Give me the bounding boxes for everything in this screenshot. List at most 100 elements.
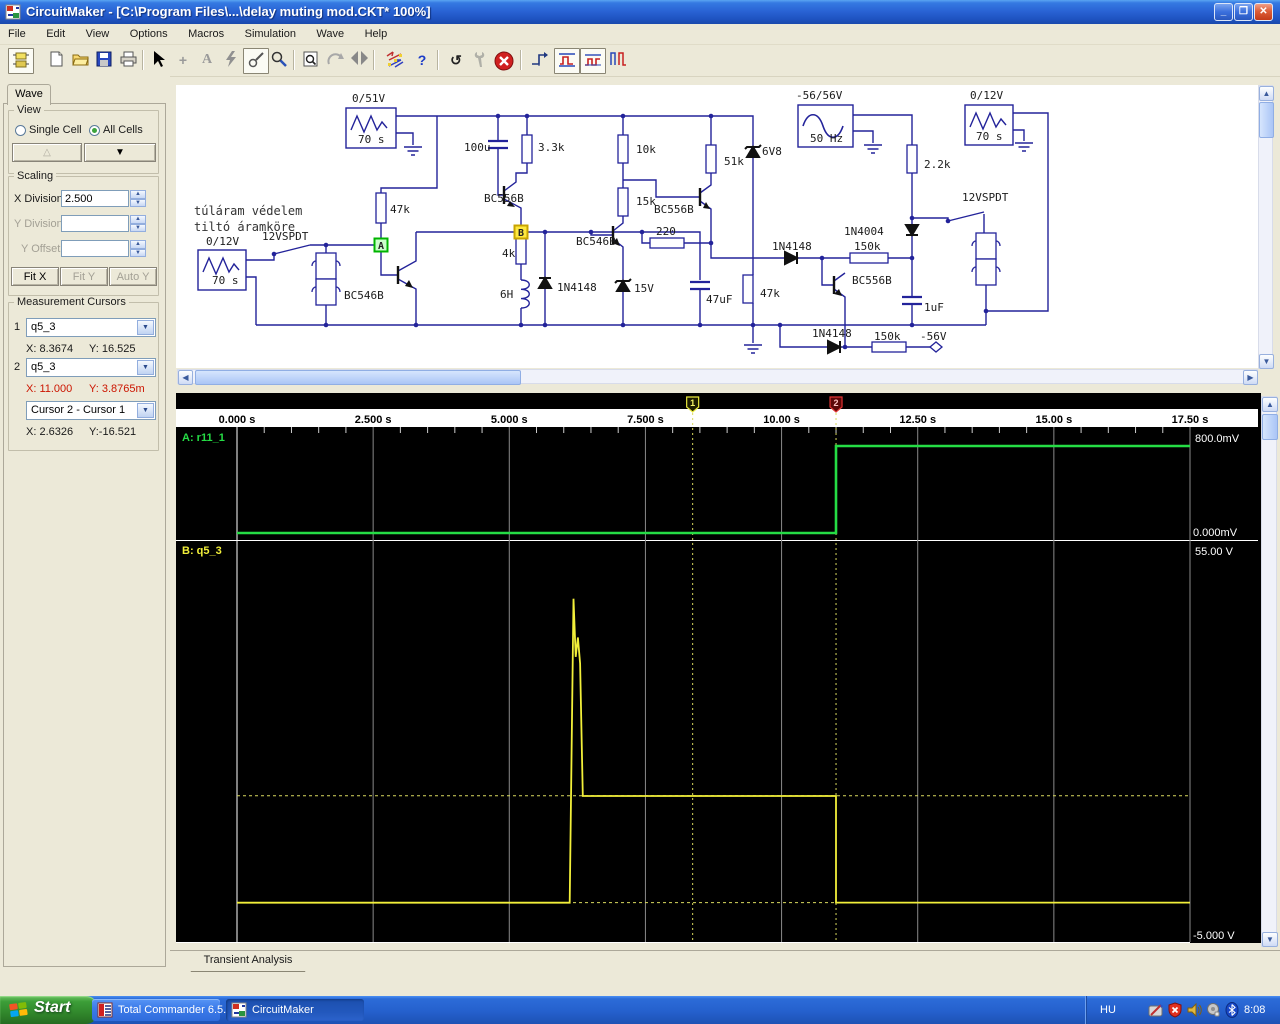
scroll-down-icon[interactable]: ▼ bbox=[1259, 354, 1274, 369]
cursor2-dropdown-arrow-icon[interactable]: ▼ bbox=[137, 360, 154, 375]
cursor-diff-value: Cursor 2 - Cursor 1 bbox=[31, 404, 126, 416]
probe-icon bbox=[248, 52, 264, 68]
wave-scroll-down-icon[interactable]: ▼ bbox=[1262, 932, 1278, 947]
mirror-button[interactable] bbox=[347, 48, 371, 72]
schematic-hscrollbar[interactable]: ◀ ▶ bbox=[177, 369, 1258, 385]
schematic-label: -56/56V bbox=[796, 89, 843, 102]
schematic-label: 12VSPDT bbox=[962, 191, 1009, 204]
pulse-waveform-button[interactable] bbox=[580, 48, 606, 74]
cursor2-signal-select[interactable]: q5_3 ▼ bbox=[26, 358, 156, 377]
menu-wave[interactable]: Wave bbox=[308, 24, 352, 44]
rotate-button[interactable] bbox=[323, 48, 347, 72]
schematic-label: 10k bbox=[636, 143, 656, 156]
all-cells-label[interactable]: All Cells bbox=[103, 124, 143, 136]
save-button[interactable] bbox=[92, 48, 116, 72]
security-shield-icon[interactable] bbox=[1167, 1002, 1183, 1018]
tools-button[interactable] bbox=[468, 48, 492, 72]
minimize-button[interactable]: _ bbox=[1214, 3, 1233, 21]
components-button[interactable] bbox=[8, 48, 34, 74]
open-folder-icon bbox=[71, 54, 89, 66]
find-document-icon bbox=[303, 51, 318, 67]
stop-simulation-button[interactable] bbox=[492, 48, 516, 72]
cursor-diff-dropdown-arrow-icon[interactable]: ▼ bbox=[137, 403, 154, 418]
title-bar: CircuitMaker - [C:\Program Files\...\del… bbox=[0, 0, 1280, 24]
cursor1-dropdown-arrow-icon[interactable]: ▼ bbox=[137, 320, 154, 335]
menu-simulation[interactable]: Simulation bbox=[237, 24, 304, 44]
schematic-label: 51k bbox=[724, 155, 744, 168]
fit-x-button[interactable]: Fit X bbox=[11, 267, 59, 286]
start-button[interactable]: Start bbox=[0, 996, 98, 1024]
cell-down-button[interactable]: ▼ bbox=[84, 143, 156, 162]
stop-icon bbox=[494, 51, 514, 71]
text-tool-button[interactable]: A bbox=[195, 48, 219, 72]
tablet-icon[interactable] bbox=[1148, 1002, 1164, 1018]
select-tool-button[interactable] bbox=[147, 48, 171, 72]
x-division-input[interactable] bbox=[61, 190, 129, 207]
time-tick-label: 7.500 s bbox=[627, 414, 664, 426]
components-icon bbox=[13, 52, 29, 68]
vscroll-thumb[interactable] bbox=[1259, 102, 1274, 138]
wire-tool-button[interactable]: + bbox=[171, 48, 195, 72]
volume-icon[interactable] bbox=[1186, 1002, 1202, 1018]
single-cell-radio[interactable] bbox=[15, 125, 26, 136]
cursor-diff-select[interactable]: Cursor 2 - Cursor 1 ▼ bbox=[26, 401, 156, 420]
scroll-up-icon[interactable]: ▲ bbox=[1259, 86, 1274, 101]
menu-help[interactable]: Help bbox=[357, 24, 396, 44]
reset-button[interactable]: ↺ bbox=[444, 48, 468, 72]
tab-transient-analysis[interactable]: Transient Analysis bbox=[182, 951, 314, 972]
open-file-button[interactable] bbox=[68, 48, 92, 72]
schematic-canvas[interactable]: 0/51V 70 s 100u 3.3k túláram védelem tiltó ár… bbox=[176, 85, 1258, 368]
task-total-commander[interactable]: Total Commander 6.5... bbox=[92, 999, 232, 1021]
total-commander-icon bbox=[97, 1002, 113, 1018]
step-waveform-button[interactable] bbox=[528, 48, 552, 72]
wave-vscroll-thumb[interactable] bbox=[1262, 414, 1278, 440]
tab-wave[interactable]: Wave bbox=[7, 84, 51, 105]
menu-macros[interactable]: Macros bbox=[180, 24, 232, 44]
all-cells-radio[interactable] bbox=[89, 125, 100, 136]
scroll-right-icon[interactable]: ▶ bbox=[1243, 370, 1258, 385]
schematic-label: 100u bbox=[464, 141, 491, 154]
system-tray: HU 8:08 bbox=[1085, 996, 1280, 1024]
schematic-label: 15V bbox=[634, 282, 654, 295]
waveform-vscrollbar[interactable]: ▲ ▼ bbox=[1261, 396, 1278, 947]
menu-view[interactable]: View bbox=[78, 24, 118, 44]
cell-up-button[interactable]: △ bbox=[12, 143, 82, 162]
speaker-device-icon[interactable] bbox=[1205, 1002, 1221, 1018]
menu-file[interactable]: File bbox=[0, 24, 34, 44]
restore-button[interactable]: ❐ bbox=[1234, 3, 1253, 21]
menu-edit[interactable]: Edit bbox=[38, 24, 73, 44]
menu-options[interactable]: Options bbox=[122, 24, 176, 44]
tab-strip-line bbox=[170, 950, 1280, 951]
waveform-plot[interactable]: 0.000 s 2.500 s 5.000 s 7.500 s 10.00 s 12.50… bbox=[176, 393, 1261, 949]
language-indicator[interactable]: HU bbox=[1094, 996, 1122, 1024]
mixed-waveform-button[interactable] bbox=[606, 48, 630, 72]
schematic-vscrollbar[interactable]: ▲ ▼ bbox=[1258, 85, 1274, 369]
find-button[interactable] bbox=[299, 48, 323, 72]
zoom-tool-button[interactable] bbox=[267, 48, 291, 72]
task-label: Total Commander 6.5... bbox=[118, 1004, 233, 1016]
hscroll-thumb[interactable] bbox=[195, 370, 521, 385]
probe-tool-button[interactable] bbox=[243, 48, 269, 74]
mirror-icon bbox=[350, 51, 368, 65]
help-button[interactable]: ? bbox=[410, 48, 434, 72]
digital-analog-button[interactable] bbox=[383, 48, 407, 72]
cursor1-signal-select[interactable]: q5_3 ▼ bbox=[26, 318, 156, 337]
wave-scroll-up-icon[interactable]: ▲ bbox=[1262, 397, 1278, 412]
single-cell-label[interactable]: Single Cell bbox=[29, 124, 82, 136]
scope-waveform-button[interactable] bbox=[554, 48, 580, 74]
scroll-left-icon[interactable]: ◀ bbox=[178, 370, 193, 385]
new-file-button[interactable] bbox=[44, 48, 68, 72]
cursor2-x: X: 11.000 bbox=[26, 383, 73, 395]
print-button[interactable] bbox=[116, 48, 140, 72]
time-tick-label: 5.000 s bbox=[491, 414, 528, 426]
toolbar: + A ? ↺ bbox=[0, 45, 1280, 77]
delete-tool-button[interactable] bbox=[219, 48, 243, 72]
time-tick-label: 12.50 s bbox=[899, 414, 936, 426]
x-division-spinner[interactable]: ▲ ▼ bbox=[130, 190, 146, 207]
bluetooth-icon[interactable] bbox=[1224, 1002, 1240, 1018]
schematic-label: 150k bbox=[854, 240, 881, 253]
close-button[interactable]: ✕ bbox=[1254, 3, 1273, 21]
task-circuitmaker[interactable]: CircuitMaker bbox=[226, 999, 364, 1021]
schematic-label: 70 s bbox=[976, 130, 1003, 143]
schematic-label: 150k bbox=[874, 330, 901, 343]
